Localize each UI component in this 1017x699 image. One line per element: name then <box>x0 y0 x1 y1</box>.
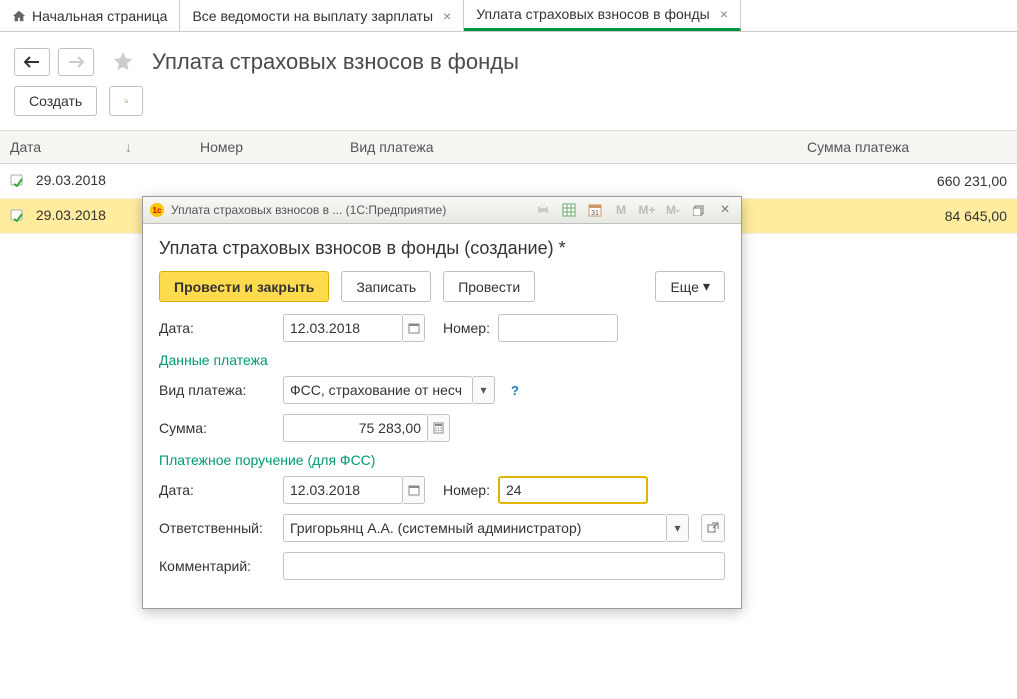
date-field[interactable] <box>283 314 403 342</box>
calendar-icon[interactable] <box>403 476 425 504</box>
tab-label: Уплата страховых взносов в фонды <box>476 6 710 22</box>
dialog-window-title: Уплата страховых взносов в ... (1С:Предп… <box>171 203 446 217</box>
help-icon[interactable]: ? <box>511 383 519 398</box>
col-header-sum[interactable]: Сумма платежа <box>797 131 1017 164</box>
tab-payroll[interactable]: Все ведомости на выплату зарплаты × <box>180 0 464 31</box>
responsible-label: Ответственный: <box>159 520 275 536</box>
document-posted-icon <box>10 173 26 190</box>
document-posted-icon <box>10 208 26 225</box>
tab-home[interactable]: Начальная страница <box>0 0 180 31</box>
sum-label: Сумма: <box>159 420 275 436</box>
svg-text:1c: 1c <box>153 206 162 215</box>
close-icon[interactable]: × <box>439 8 451 24</box>
home-icon <box>12 9 26 23</box>
sort-desc-icon: ↓ <box>125 139 132 155</box>
tab-bar: Начальная страница Все ведомости на выпл… <box>0 0 1017 32</box>
m-plus-icon[interactable]: M+ <box>637 201 657 219</box>
dialog-titlebar[interactable]: 1c Уплата страховых взносов в ... (1С:Пр… <box>143 197 741 224</box>
chevron-down-icon: ▾ <box>703 278 710 295</box>
payment-type-label: Вид платежа: <box>159 382 275 398</box>
page-title: Уплата страховых взносов в фонды <box>152 49 519 75</box>
col-header-date[interactable]: Дата ↓ <box>0 131 190 164</box>
list-toolbar: Создать <box>0 86 1017 130</box>
add-from-template-button[interactable] <box>109 86 143 116</box>
dialog-heading: Уплата страховых взносов в фонды (создан… <box>159 238 725 259</box>
svg-text:31: 31 <box>591 210 599 217</box>
restore-icon[interactable] <box>689 201 709 219</box>
table-row[interactable]: 29.03.2018 660 231,00 <box>0 164 1017 199</box>
responsible-field[interactable] <box>283 514 667 542</box>
print-icon[interactable] <box>533 201 553 219</box>
save-button[interactable]: Записать <box>341 271 431 302</box>
dropdown-icon[interactable]: ▾ <box>667 514 689 542</box>
tab-label: Начальная страница <box>32 8 167 24</box>
dialog-toolbar: Провести и закрыть Записать Провести Еще… <box>159 271 725 302</box>
sum-field[interactable] <box>283 414 428 442</box>
col-header-type[interactable]: Вид платежа <box>340 131 797 164</box>
col-header-number[interactable]: Номер <box>190 131 340 164</box>
tab-label: Все ведомости на выплату зарплаты <box>192 8 433 24</box>
calendar-icon[interactable] <box>403 314 425 342</box>
create-button[interactable]: Создать <box>14 86 97 116</box>
calendar-grid-icon[interactable] <box>559 201 579 219</box>
page-header: Уплата страховых взносов в фонды <box>0 32 1017 86</box>
section-payment-order: Платежное поручение (для ФСС) <box>159 452 725 468</box>
order-number-label: Номер: <box>443 482 490 498</box>
post-button[interactable]: Провести <box>443 271 535 302</box>
calendar-day-icon[interactable]: 31 <box>585 201 605 219</box>
number-field[interactable] <box>498 314 618 342</box>
dropdown-icon[interactable]: ▾ <box>473 376 495 404</box>
m-minus-icon[interactable]: M- <box>663 201 683 219</box>
close-icon[interactable]: × <box>716 6 728 22</box>
more-button[interactable]: Еще ▾ <box>655 271 725 302</box>
m-icon[interactable]: M <box>611 201 631 219</box>
payment-type-field[interactable] <box>283 376 473 404</box>
post-and-close-button[interactable]: Провести и закрыть <box>159 271 329 302</box>
app-1c-icon: 1c <box>149 202 165 218</box>
section-payment-data: Данные платежа <box>159 352 725 368</box>
order-date-label: Дата: <box>159 482 275 498</box>
close-icon[interactable]: × <box>715 201 735 219</box>
number-label: Номер: <box>443 320 490 336</box>
nav-back-button[interactable] <box>14 48 50 76</box>
order-date-field[interactable] <box>283 476 403 504</box>
comment-label: Комментарий: <box>159 558 275 574</box>
order-number-field[interactable] <box>498 476 648 504</box>
date-label: Дата: <box>159 320 275 336</box>
open-reference-icon[interactable] <box>701 514 725 542</box>
comment-field[interactable] <box>283 552 725 580</box>
nav-forward-button[interactable] <box>58 48 94 76</box>
tab-insurance[interactable]: Уплата страховых взносов в фонды × <box>464 0 741 31</box>
favorite-icon[interactable] <box>112 50 134 75</box>
calculator-icon[interactable] <box>428 414 450 442</box>
document-dialog: 1c Уплата страховых взносов в ... (1С:Пр… <box>142 196 742 609</box>
